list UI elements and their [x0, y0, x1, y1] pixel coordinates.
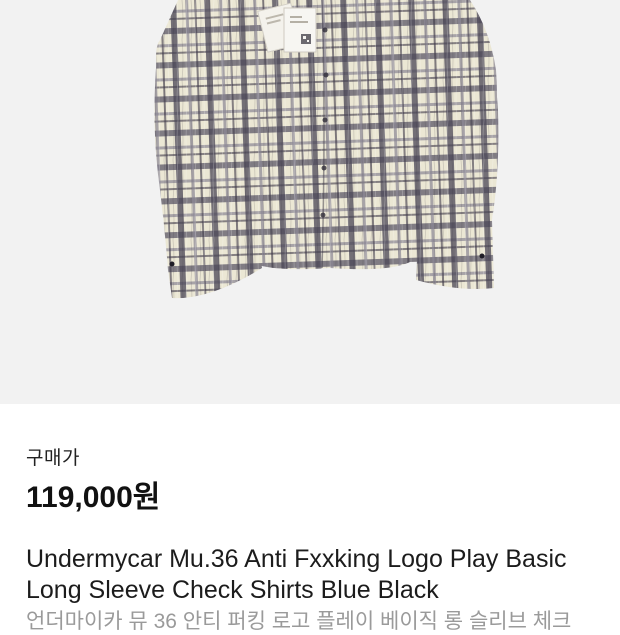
price-value: 119,000원 — [26, 481, 161, 514]
product-title: Undermycar Mu.36 Anti Fxxking Logo Play … — [26, 545, 567, 604]
product-image[interactable] — [0, 0, 620, 404]
shirt-photo-icon — [154, 0, 499, 299]
product-info: 구매가 119,000원 Undermycar Mu.36 Anti Fxxki… — [0, 404, 620, 633]
price-label: 구매가 — [26, 448, 80, 469]
product-subtitle: 언더마이카 뮤 36 안티 퍼킹 로고 플레이 베이직 롱 슬리브 체크 — [26, 610, 572, 633]
